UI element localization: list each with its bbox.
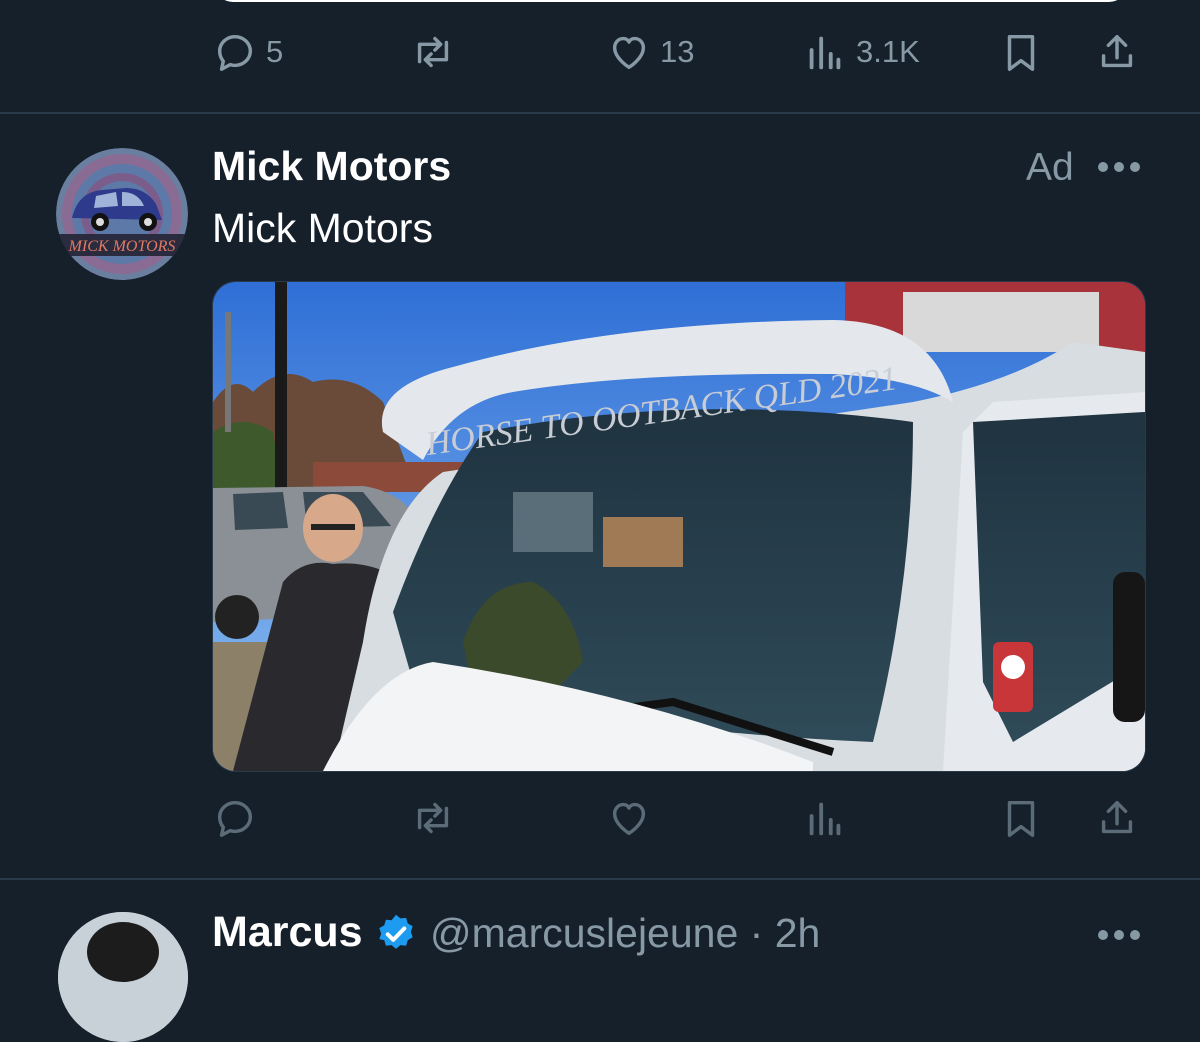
like-button[interactable]: 13 [606,22,694,82]
like-icon [612,36,646,70]
avatar[interactable] [58,912,188,1042]
more-icon[interactable] [1098,160,1140,174]
more-icon[interactable] [1098,928,1140,942]
share-icon [1101,34,1133,68]
bookmark-icon [1007,800,1035,837]
retweet-button[interactable] [410,22,456,82]
ad-label: Ad [1026,146,1074,189]
ad-reply-button[interactable] [212,788,258,848]
van-photo: HORSE TO OOTBACK QLD 2021 [213,282,1145,771]
avatar[interactable]: MICK MOTORS [56,148,188,280]
views-icon [809,36,841,70]
previous-tweet-media-edge[interactable] [215,0,1127,2]
author-name[interactable]: Mick Motors [212,143,451,190]
bookmark-icon [1007,34,1035,71]
ad-views-button[interactable] [802,788,848,848]
view-count: 3.1K [856,34,920,69]
ad-like-button[interactable] [606,788,652,848]
views-button[interactable]: 3.1K [802,22,920,82]
reply-button[interactable]: 5 [212,22,283,82]
tweet-divider [0,112,1200,114]
tweet-text: Mick Motors [212,205,433,251]
tweet-divider [0,878,1200,880]
reply-icon [217,800,253,837]
like-icon [612,802,646,836]
bookmark-button[interactable] [998,22,1044,82]
avatar-logo-text: MICK MOTORS [68,238,176,255]
retweet-icon [417,36,449,68]
ad-tweet-action-bar [0,788,1200,848]
marcus-avatar-photo [58,912,188,1042]
handle-and-time[interactable]: @marcuslejeune · 2h [430,910,820,957]
share-icon [1101,800,1133,834]
views-icon [809,802,841,836]
author-name[interactable]: Marcus [212,908,363,957]
reply-icon [217,34,253,71]
tweet-media-image[interactable]: HORSE TO OOTBACK QLD 2021 [212,281,1146,772]
verified-badge-icon [379,914,413,949]
ad-retweet-button[interactable] [410,788,456,848]
share-button[interactable] [1094,22,1140,82]
like-count: 13 [660,34,695,69]
ad-bookmark-button[interactable] [998,788,1044,848]
mick-motors-logo: MICK MOTORS [56,148,188,280]
top-tweet-action-bar: 5 13 3.1K [0,22,1200,82]
ad-share-button[interactable] [1094,788,1140,848]
retweet-icon [417,802,449,834]
reply-count: 5 [266,34,284,69]
